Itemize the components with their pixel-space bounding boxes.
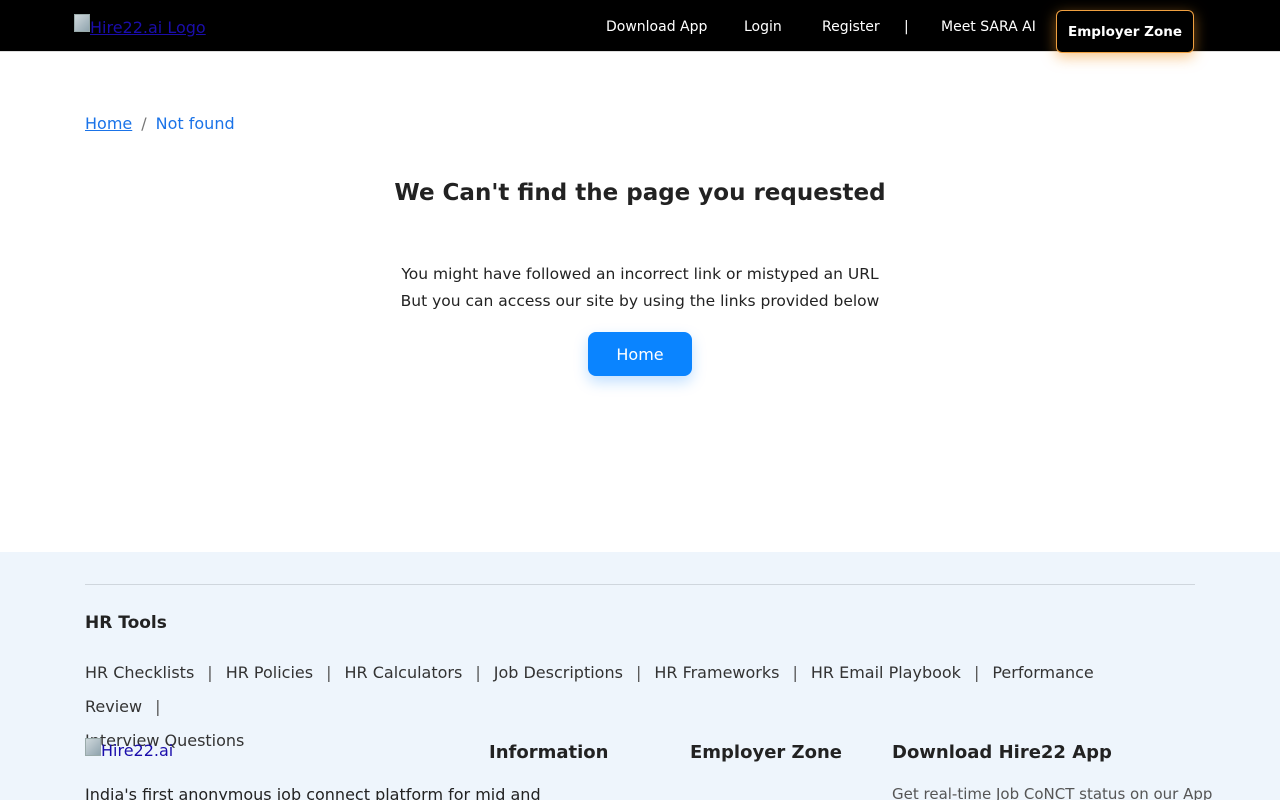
top-navbar: Hire22.ai Logo Download App Login Regist…: [0, 0, 1280, 53]
breadcrumb: Home / Not found: [85, 114, 235, 133]
nav-meet-sara-ai[interactable]: Meet SARA AI: [941, 19, 1036, 35]
error-message-line-1: You might have followed an incorrect lin…: [401, 265, 879, 283]
tool-link-hr-frameworks[interactable]: HR Frameworks: [654, 663, 779, 682]
tool-link-hr-calculators[interactable]: HR Calculators: [345, 663, 463, 682]
tool-separator: |: [475, 663, 481, 682]
breadcrumb-current: Not found: [155, 114, 235, 133]
logo-alt-text[interactable]: Hire22.ai Logo: [90, 18, 206, 37]
footer-divider: [85, 584, 1195, 585]
broken-image-icon: [74, 14, 90, 32]
tool-separator: |: [326, 663, 332, 682]
tool-separator: |: [792, 663, 798, 682]
hr-tools-title: HR Tools: [85, 613, 167, 633]
page-title: We Can't find the page you requested: [394, 180, 886, 206]
home-button[interactable]: Home: [588, 332, 692, 376]
breadcrumb-home-link[interactable]: Home: [85, 114, 132, 133]
footer-logo[interactable]: Hire22.ai: [85, 738, 173, 760]
footer-download-app-title: Download Hire22 App: [892, 742, 1112, 763]
tool-link-hr-email-playbook[interactable]: HR Email Playbook: [811, 663, 961, 682]
broken-image-icon: [85, 738, 101, 756]
site-logo[interactable]: Hire22.ai Logo: [74, 14, 206, 38]
tool-separator: |: [155, 697, 161, 716]
error-message-line-2: But you can access our site by using the…: [400, 292, 880, 310]
tool-separator: |: [635, 663, 642, 682]
footer-employer-zone-title: Employer Zone: [690, 742, 842, 763]
tool-link-hr-checklists[interactable]: HR Checklists: [85, 663, 194, 682]
nav-login[interactable]: Login: [744, 19, 782, 35]
tool-separator: |: [973, 663, 980, 682]
footer-tagline: India's first anonymous job connect plat…: [85, 785, 541, 800]
breadcrumb-separator: /: [141, 114, 147, 133]
tool-link-hr-policies[interactable]: HR Policies: [226, 663, 313, 682]
employer-zone-button[interactable]: Employer Zone: [1056, 10, 1194, 53]
tool-link-job-descriptions[interactable]: Job Descriptions: [494, 663, 623, 682]
footer-information-title: Information: [489, 742, 609, 763]
nav-register[interactable]: Register: [822, 19, 880, 35]
nav-divider: |: [904, 19, 909, 35]
footer-download-subtitle: Get real-time Job CoNCT status on our Ap…: [892, 785, 1213, 800]
footer: HR Tools HR Checklists | HR Policies | HR Ca…: [0, 552, 1280, 800]
footer-logo-alt-text[interactable]: Hire22.ai: [101, 741, 173, 760]
tool-separator: |: [207, 663, 213, 682]
nav-download-app[interactable]: Download App: [606, 19, 707, 35]
